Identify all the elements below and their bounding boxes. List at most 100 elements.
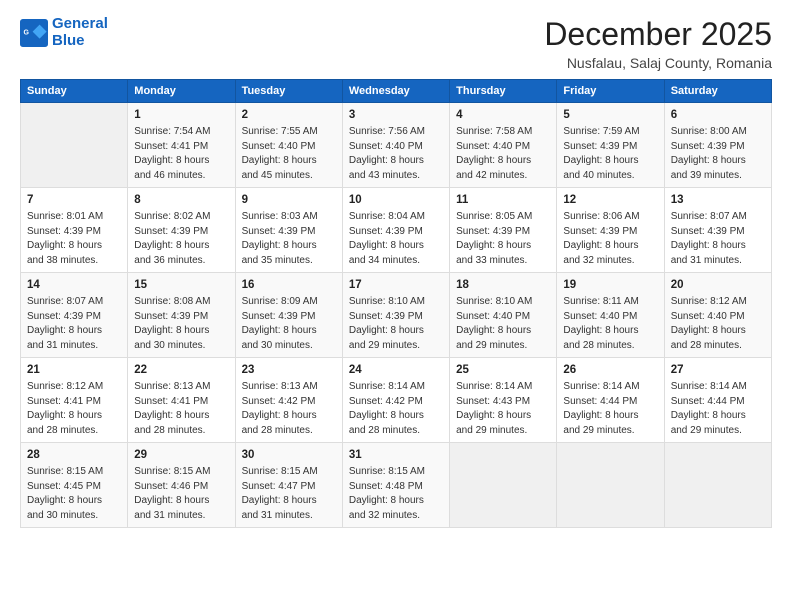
calendar-day-cell: 8 Sunrise: 8:02 AM Sunset: 4:39 PM Daylig…: [128, 188, 235, 273]
calendar-table: SundayMondayTuesdayWednesdayThursdayFrid…: [20, 79, 772, 528]
calendar-day-cell: 23Sunrise: 8:13 AM Sunset: 4:42 PM Dayli…: [235, 358, 342, 443]
calendar-day-cell: 26 Sunrise: 8:14 AM Sunset: 4:44 PM Dayli…: [557, 358, 664, 443]
day-number: 10: [349, 192, 443, 208]
day-info: Sunrise: 8:15 AM Sunset: 4:45 PM Dayligh…: [27, 465, 121, 523]
day-number: 14: [27, 277, 121, 293]
calendar-day-cell: 6 Sunrise: 8:00 AM Sunset: 4:39 PM Daylig…: [664, 103, 771, 188]
calendar-day-cell: 28Sunrise: 8:15 AM Sunset: 4:45 PM Dayli…: [21, 443, 128, 528]
title-area: December 2025 Nusfalau, Salaj County, Ro…: [544, 16, 772, 71]
day-number: 26: [563, 362, 657, 378]
weekday-header-cell: Sunday: [21, 80, 128, 103]
day-number: 1: [134, 107, 228, 123]
day-info: Sunrise: 8:10 AM Sunset: 4:39 PM Dayligh…: [349, 295, 443, 353]
day-info: Sunrise: 8:15 AM Sunset: 4:48 PM Dayligh…: [349, 465, 443, 523]
calendar-day-cell: 31 Sunrise: 8:15 AM Sunset: 4:48 PM Dayli…: [342, 443, 449, 528]
day-number: 30: [242, 447, 336, 463]
calendar-day-cell: 25Sunrise: 8:14 AM Sunset: 4:43 PM Dayli…: [450, 358, 557, 443]
weekday-header-cell: Wednesday: [342, 80, 449, 103]
calendar-day-cell: [21, 103, 128, 188]
day-info: Sunrise: 8:03 AM Sunset: 4:39 PM Dayligh…: [242, 210, 336, 268]
header: G General Blue December 2025 Nusfalau, S…: [20, 16, 772, 71]
day-info: Sunrise: 8:15 AM Sunset: 4:46 PM Dayligh…: [134, 465, 228, 523]
logo: G General Blue: [20, 16, 108, 49]
day-number: 16: [242, 277, 336, 293]
day-info: Sunrise: 8:12 AM Sunset: 4:40 PM Dayligh…: [671, 295, 765, 353]
day-number: 31: [349, 447, 443, 463]
day-info: Sunrise: 8:12 AM Sunset: 4:41 PM Dayligh…: [27, 380, 121, 438]
calendar-day-cell: 5 Sunrise: 7:59 AM Sunset: 4:39 PM Daylig…: [557, 103, 664, 188]
logo-line2: Blue: [52, 32, 85, 49]
weekday-header-cell: Thursday: [450, 80, 557, 103]
day-info: Sunrise: 8:14 AM Sunset: 4:44 PM Dayligh…: [671, 380, 765, 438]
weekday-header-cell: Monday: [128, 80, 235, 103]
day-number: 3: [349, 107, 443, 123]
day-info: Sunrise: 8:07 AM Sunset: 4:39 PM Dayligh…: [671, 210, 765, 268]
day-number: 29: [134, 447, 228, 463]
calendar-day-cell: 16 Sunrise: 8:09 AM Sunset: 4:39 PM Dayli…: [235, 273, 342, 358]
day-info: Sunrise: 8:14 AM Sunset: 4:42 PM Dayligh…: [349, 380, 443, 438]
day-number: 15: [134, 277, 228, 293]
day-number: 9: [242, 192, 336, 208]
calendar-day-cell: [664, 443, 771, 528]
calendar-day-cell: 3 Sunrise: 7:56 AM Sunset: 4:40 PM Daylig…: [342, 103, 449, 188]
calendar-week-row: 14Sunrise: 8:07 AM Sunset: 4:39 PM Dayli…: [21, 273, 772, 358]
day-info: Sunrise: 8:09 AM Sunset: 4:39 PM Dayligh…: [242, 295, 336, 353]
day-number: 22: [134, 362, 228, 378]
calendar-page: G General Blue December 2025 Nusfalau, S…: [0, 0, 792, 612]
day-number: 19: [563, 277, 657, 293]
logo-line1: General: [52, 15, 108, 32]
day-info: Sunrise: 8:01 AM Sunset: 4:39 PM Dayligh…: [27, 210, 121, 268]
month-title: December 2025: [544, 16, 772, 53]
day-info: Sunrise: 8:06 AM Sunset: 4:39 PM Dayligh…: [563, 210, 657, 268]
calendar-day-cell: 7 Sunrise: 8:01 AM Sunset: 4:39 PM Daylig…: [21, 188, 128, 273]
calendar-day-cell: [557, 443, 664, 528]
day-number: 17: [349, 277, 443, 293]
day-info: Sunrise: 8:08 AM Sunset: 4:39 PM Dayligh…: [134, 295, 228, 353]
day-number: 5: [563, 107, 657, 123]
calendar-day-cell: 13Sunrise: 8:07 AM Sunset: 4:39 PM Dayli…: [664, 188, 771, 273]
calendar-day-cell: 1Sunrise: 7:54 AM Sunset: 4:41 PM Daylig…: [128, 103, 235, 188]
calendar-week-row: 7 Sunrise: 8:01 AM Sunset: 4:39 PM Daylig…: [21, 188, 772, 273]
day-info: Sunrise: 8:00 AM Sunset: 4:39 PM Dayligh…: [671, 125, 765, 183]
day-info: Sunrise: 8:05 AM Sunset: 4:39 PM Dayligh…: [456, 210, 550, 268]
day-info: Sunrise: 8:11 AM Sunset: 4:40 PM Dayligh…: [563, 295, 657, 353]
weekday-header-row: SundayMondayTuesdayWednesdayThursdayFrid…: [21, 80, 772, 103]
calendar-day-cell: 19 Sunrise: 8:11 AM Sunset: 4:40 PM Dayli…: [557, 273, 664, 358]
day-info: Sunrise: 8:10 AM Sunset: 4:40 PM Dayligh…: [456, 295, 550, 353]
calendar-week-row: 28Sunrise: 8:15 AM Sunset: 4:45 PM Dayli…: [21, 443, 772, 528]
day-number: 4: [456, 107, 550, 123]
day-number: 20: [671, 277, 765, 293]
day-info: Sunrise: 7:59 AM Sunset: 4:39 PM Dayligh…: [563, 125, 657, 183]
weekday-header-cell: Tuesday: [235, 80, 342, 103]
day-number: 12: [563, 192, 657, 208]
day-number: 27: [671, 362, 765, 378]
calendar-day-cell: 10Sunrise: 8:04 AM Sunset: 4:39 PM Dayli…: [342, 188, 449, 273]
day-info: Sunrise: 8:15 AM Sunset: 4:47 PM Dayligh…: [242, 465, 336, 523]
day-info: Sunrise: 8:14 AM Sunset: 4:44 PM Dayligh…: [563, 380, 657, 438]
calendar-week-row: 1Sunrise: 7:54 AM Sunset: 4:41 PM Daylig…: [21, 103, 772, 188]
logo-icon: G: [20, 19, 48, 47]
calendar-body: 1Sunrise: 7:54 AM Sunset: 4:41 PM Daylig…: [21, 103, 772, 528]
svg-text:G: G: [24, 29, 30, 36]
calendar-day-cell: 14Sunrise: 8:07 AM Sunset: 4:39 PM Dayli…: [21, 273, 128, 358]
calendar-day-cell: 30 Sunrise: 8:15 AM Sunset: 4:47 PM Dayli…: [235, 443, 342, 528]
calendar-day-cell: [450, 443, 557, 528]
day-number: 2: [242, 107, 336, 123]
day-info: Sunrise: 8:14 AM Sunset: 4:43 PM Dayligh…: [456, 380, 550, 438]
day-number: 6: [671, 107, 765, 123]
calendar-day-cell: 22Sunrise: 8:13 AM Sunset: 4:41 PM Dayli…: [128, 358, 235, 443]
calendar-day-cell: 2Sunrise: 7:55 AM Sunset: 4:40 PM Daylig…: [235, 103, 342, 188]
day-number: 8: [134, 192, 228, 208]
calendar-day-cell: 27 Sunrise: 8:14 AM Sunset: 4:44 PM Dayli…: [664, 358, 771, 443]
day-info: Sunrise: 7:56 AM Sunset: 4:40 PM Dayligh…: [349, 125, 443, 183]
day-info: Sunrise: 7:58 AM Sunset: 4:40 PM Dayligh…: [456, 125, 550, 183]
weekday-header-cell: Friday: [557, 80, 664, 103]
calendar-day-cell: 4 Sunrise: 7:58 AM Sunset: 4:40 PM Daylig…: [450, 103, 557, 188]
weekday-header-cell: Saturday: [664, 80, 771, 103]
calendar-day-cell: 24Sunrise: 8:14 AM Sunset: 4:42 PM Dayli…: [342, 358, 449, 443]
calendar-day-cell: 29 Sunrise: 8:15 AM Sunset: 4:46 PM Dayli…: [128, 443, 235, 528]
day-info: Sunrise: 8:02 AM Sunset: 4:39 PM Dayligh…: [134, 210, 228, 268]
day-number: 7: [27, 192, 121, 208]
day-info: Sunrise: 8:13 AM Sunset: 4:42 PM Dayligh…: [242, 380, 336, 438]
calendar-day-cell: 9 Sunrise: 8:03 AM Sunset: 4:39 PM Daylig…: [235, 188, 342, 273]
